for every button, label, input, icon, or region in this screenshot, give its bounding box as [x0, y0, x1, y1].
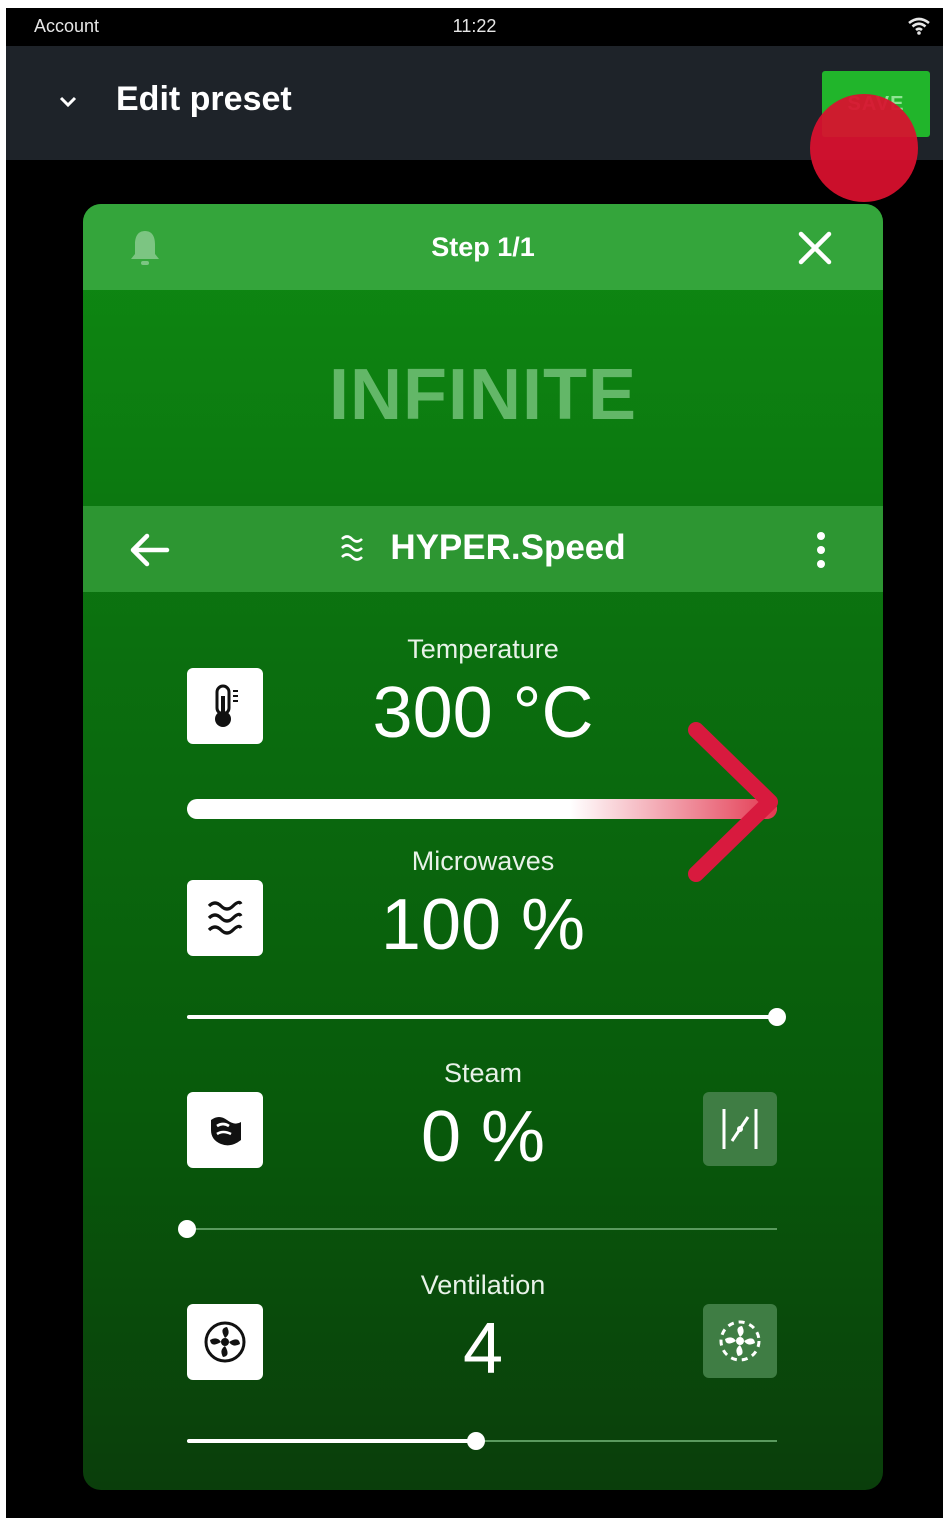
fan-dashed-icon	[719, 1320, 761, 1362]
microwaves-control: Microwaves 100 %	[83, 836, 883, 1036]
ventilation-slider-knob[interactable]	[467, 1432, 486, 1450]
temperature-control: Temperature 300 °C	[83, 624, 883, 824]
wifi-icon	[908, 17, 930, 35]
device-screen: Account 11:22 Edit preset SAVE Step 1/1 …	[6, 8, 943, 1518]
steam-slider-knob[interactable]	[178, 1220, 196, 1238]
ventilation-label: Ventilation	[420, 1270, 546, 1300]
damper-icon	[722, 1109, 758, 1149]
status-time: 11:22	[452, 16, 497, 36]
step-label: Step 1/1	[431, 232, 535, 262]
temperature-slider-fill	[187, 799, 777, 819]
status-bar: Account 11:22	[6, 8, 943, 46]
temperature-value[interactable]: 300 °C	[83, 672, 883, 754]
step-header: Step 1/1	[83, 204, 883, 290]
steam-slider-track	[187, 1228, 777, 1230]
ventilation-control: Ventilation 4	[83, 1260, 883, 1460]
microwaves-label: Microwaves	[411, 846, 555, 876]
step-card: Step 1/1 INFINITE HYPER.Speed Temperatur…	[83, 204, 883, 1490]
cooking-mode-label: HYPER.Speed	[390, 528, 626, 567]
ventilation-aux-button[interactable]	[703, 1304, 777, 1378]
microwaves-value[interactable]: 100 %	[83, 884, 883, 966]
mode-bar: HYPER.Speed	[83, 506, 883, 592]
ventilation-slider-fill	[187, 1439, 477, 1443]
microwaves-slider[interactable]	[187, 1006, 786, 1028]
cooking-mode[interactable]: HYPER.Speed	[83, 528, 883, 568]
temperature-label: Temperature	[407, 634, 559, 664]
duration-display[interactable]: INFINITE	[83, 354, 883, 436]
microwaves-slider-knob[interactable]	[768, 1008, 786, 1026]
more-options-icon[interactable]	[815, 530, 827, 570]
temperature-slider[interactable]	[187, 798, 777, 820]
chevron-down-icon[interactable]	[56, 90, 80, 114]
microwaves-slider-fill	[187, 1015, 777, 1019]
page-title: Edit preset	[116, 80, 292, 118]
steam-slider[interactable]	[178, 1218, 777, 1240]
microwave-waves-icon	[341, 535, 364, 561]
steam-label: Steam	[443, 1058, 523, 1088]
close-icon[interactable]	[795, 228, 835, 268]
app-bar: Edit preset SAVE	[6, 46, 943, 160]
steam-control: Steam 0 %	[83, 1048, 883, 1248]
ventilation-slider[interactable]	[187, 1430, 777, 1452]
steam-aux-button[interactable]	[703, 1092, 777, 1166]
touch-indicator	[810, 94, 918, 202]
